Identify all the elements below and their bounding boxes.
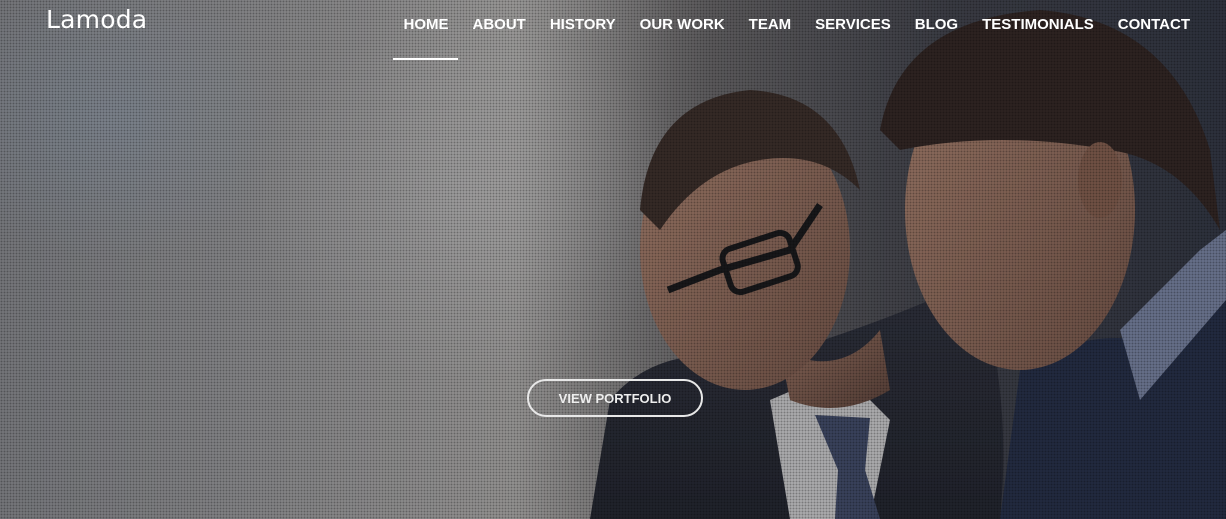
nav-item-our-work[interactable]: OUR WORK <box>628 0 737 60</box>
nav-item-team[interactable]: TEAM <box>737 0 804 60</box>
nav-item-blog[interactable]: BLOG <box>903 0 970 60</box>
dot-pattern-overlay <box>0 0 1226 519</box>
nav-item-contact[interactable]: CONTACT <box>1106 0 1202 60</box>
brand-logo[interactable]: Lamoda <box>46 5 147 34</box>
nav-item-about[interactable]: ABOUT <box>460 0 537 60</box>
nav-item-testimonials[interactable]: TESTIMONIALS <box>970 0 1106 60</box>
view-portfolio-button[interactable]: VIEW PORTFOLIO <box>527 379 703 417</box>
nav-item-home[interactable]: HOME <box>391 0 460 60</box>
nav-item-history[interactable]: HISTORY <box>538 0 628 60</box>
main-nav: HOME ABOUT HISTORY OUR WORK TEAM SERVICE… <box>391 0 1202 60</box>
hero-section: Lamoda HOME ABOUT HISTORY OUR WORK TEAM … <box>0 0 1226 519</box>
nav-item-services[interactable]: SERVICES <box>803 0 903 60</box>
